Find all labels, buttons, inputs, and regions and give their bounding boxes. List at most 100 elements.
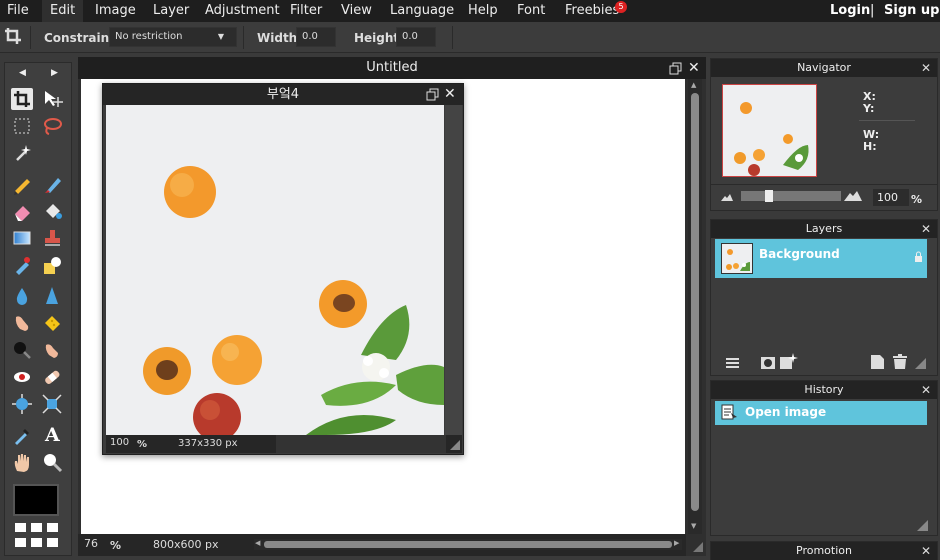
clone-stamp-tool[interactable]: [41, 227, 63, 249]
restore-window-icon[interactable]: [426, 88, 439, 101]
swatch-cell[interactable]: [31, 538, 42, 547]
burn-tool[interactable]: [11, 339, 33, 361]
close-icon[interactable]: ✕: [921, 220, 931, 238]
crop-icon: [14, 91, 30, 107]
brush-tool[interactable]: [41, 173, 63, 195]
horizontal-scroll-thumb[interactable]: [264, 541, 672, 548]
canvas-titlebar[interactable]: Untitled ✕: [78, 57, 706, 79]
navigator-preview[interactable]: [722, 84, 817, 177]
document-vertical-scrollbar[interactable]: [445, 105, 462, 435]
resize-grip-icon[interactable]: [917, 520, 928, 531]
smudge-tool[interactable]: [11, 312, 33, 334]
pinch-tool[interactable]: [41, 393, 63, 415]
login-link[interactable]: Login: [830, 0, 870, 22]
swatch-cell[interactable]: [15, 523, 26, 532]
menu-filter[interactable]: Filter: [290, 0, 322, 22]
bloat-tool[interactable]: [11, 393, 33, 415]
history-item-label: Open image: [745, 405, 827, 419]
scroll-left-icon[interactable]: ◀: [255, 539, 260, 547]
layer-mask-icon[interactable]: [761, 357, 775, 369]
collapse-left-icon[interactable]: ◀: [19, 68, 26, 78]
swatch-cell[interactable]: [15, 538, 26, 547]
scroll-up-icon[interactable]: ▲: [691, 81, 696, 89]
dodge-tool[interactable]: [41, 339, 63, 361]
zoom-slider[interactable]: [741, 190, 841, 202]
eraser-tool[interactable]: [11, 200, 33, 222]
red-eye-tool[interactable]: [11, 366, 33, 388]
spot-heal-tool[interactable]: [41, 366, 63, 388]
document-titlebar[interactable]: 부엌4 ✕: [103, 84, 463, 105]
marquee-icon: [14, 118, 30, 134]
fruit-photo: [106, 105, 444, 435]
close-icon[interactable]: ✕: [921, 381, 931, 399]
foreground-color-swatch[interactable]: [13, 484, 59, 516]
pencil-tool[interactable]: [11, 173, 33, 195]
layer-row[interactable]: Background: [715, 239, 927, 278]
color-picker-tool[interactable]: [11, 424, 33, 446]
zoom-slider-thumb[interactable]: [765, 190, 773, 202]
shapes-icon: [44, 257, 61, 274]
restore-window-icon[interactable]: [669, 62, 682, 75]
magic-wand-tool[interactable]: [11, 142, 33, 164]
height-input[interactable]: 0.0: [396, 27, 436, 47]
swatch-cell[interactable]: [47, 538, 58, 547]
resize-grip-icon[interactable]: [692, 541, 704, 553]
menu-adjustment[interactable]: Adjustment: [205, 0, 280, 22]
vertical-scrollbar[interactable]: ▲ ▼: [688, 79, 702, 534]
zoom-tool[interactable]: [41, 451, 63, 473]
drawing-tool[interactable]: [41, 254, 63, 276]
scroll-right-icon[interactable]: ▶: [674, 539, 679, 547]
resize-grip-icon[interactable]: [915, 358, 926, 369]
sharpen-tool[interactable]: [41, 285, 63, 307]
crop-tool[interactable]: [11, 88, 33, 110]
vertical-scroll-thumb[interactable]: [691, 93, 699, 511]
gradient-tool[interactable]: [11, 227, 33, 249]
document-horizontal-scrollbar[interactable]: [276, 435, 446, 453]
menu-font[interactable]: Font: [517, 0, 545, 22]
layer-effects-icon[interactable]: [780, 353, 798, 369]
close-icon[interactable]: ✕: [921, 542, 931, 560]
width-input[interactable]: 0.0: [296, 27, 336, 47]
color-replace-tool[interactable]: [11, 254, 33, 276]
move-tool[interactable]: [41, 88, 63, 110]
resize-grip-icon[interactable]: [449, 439, 461, 451]
bloat-icon: [12, 394, 32, 414]
constraint-select[interactable]: No restriction ▼: [109, 27, 237, 47]
menu-language[interactable]: Language: [390, 0, 454, 22]
document-zoom-value[interactable]: 100: [110, 437, 129, 448]
menu-help[interactable]: Help: [468, 0, 498, 22]
zoom-in-icon[interactable]: [844, 190, 862, 201]
close-icon[interactable]: ✕: [921, 59, 931, 77]
expand-right-icon[interactable]: ▶: [51, 68, 58, 78]
marquee-tool[interactable]: [11, 115, 33, 137]
menu-freebies[interactable]: Freebies: [565, 0, 619, 22]
swatch-cell[interactable]: [47, 523, 58, 532]
menu-view[interactable]: View: [341, 0, 372, 22]
hand-tool[interactable]: [11, 451, 33, 473]
history-item[interactable]: Open image: [715, 401, 927, 425]
divider: [859, 120, 915, 121]
horizontal-scrollbar[interactable]: ◀ ▶: [254, 539, 682, 550]
close-icon[interactable]: ✕: [444, 84, 456, 105]
trash-icon[interactable]: [893, 354, 907, 369]
type-tool[interactable]: A: [41, 424, 63, 446]
lasso-tool[interactable]: [41, 115, 63, 137]
menu-image[interactable]: Image: [95, 0, 136, 22]
layers-panel: Layers ✕ Background: [710, 219, 938, 376]
close-icon[interactable]: ✕: [688, 57, 700, 79]
swatch-cell[interactable]: [31, 523, 42, 532]
blur-tool[interactable]: [11, 285, 33, 307]
zoom-input[interactable]: 100: [873, 189, 909, 206]
sponge-tool[interactable]: [41, 312, 63, 334]
new-layer-icon[interactable]: [871, 355, 884, 369]
document-image[interactable]: [106, 105, 444, 435]
scroll-down-icon[interactable]: ▼: [691, 522, 696, 530]
zoom-out-icon[interactable]: [721, 193, 733, 201]
menu-file[interactable]: File: [7, 0, 29, 22]
signup-link[interactable]: Sign up: [884, 0, 939, 22]
zoom-value[interactable]: 76: [84, 537, 98, 550]
layer-settings-icon[interactable]: [726, 357, 739, 369]
fill-tool[interactable]: [41, 200, 63, 222]
menu-edit[interactable]: Edit: [42, 0, 84, 22]
menu-layer[interactable]: Layer: [153, 0, 189, 22]
